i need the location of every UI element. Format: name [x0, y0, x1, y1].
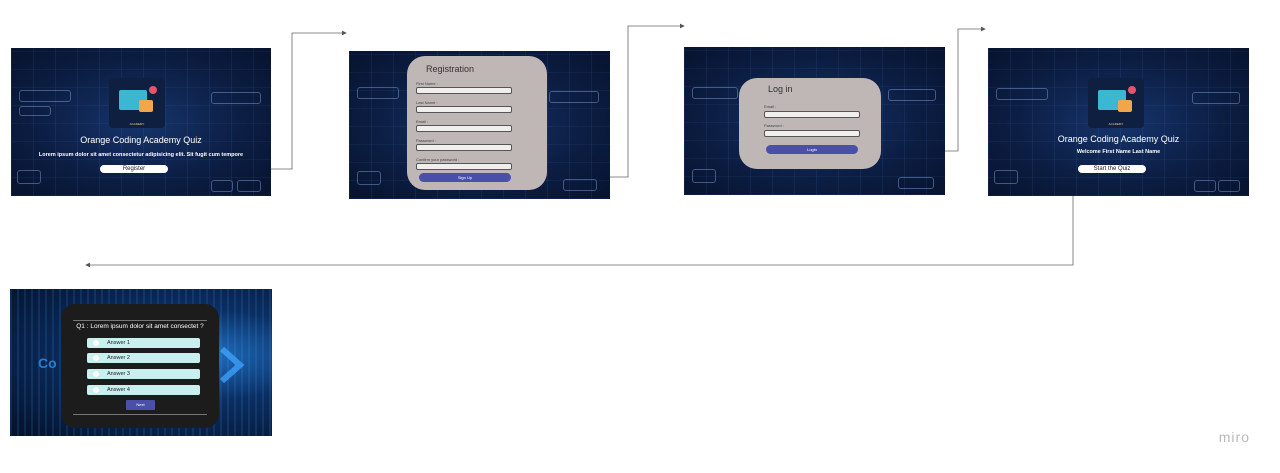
answer-label: Answer 3 — [107, 371, 130, 377]
start-quiz-button[interactable]: Start the Quiz — [1078, 165, 1146, 173]
next-button[interactable]: Next — [126, 400, 155, 410]
decor-chip — [996, 88, 1048, 100]
app-title: Orange Coding Academy Quiz — [1057, 134, 1180, 144]
decor-chip — [19, 90, 71, 102]
question-card: Q1 : Lorem ipsum dolor sit amet consecte… — [61, 304, 219, 428]
signup-button[interactable]: Sign Up — [419, 173, 511, 182]
radio-icon[interactable] — [93, 371, 99, 377]
decor-chip — [357, 171, 381, 185]
decor-chip — [692, 87, 738, 99]
registration-card: Registration First Name : Last Name : Em… — [407, 56, 547, 190]
login-password-label: Password : — [764, 123, 784, 128]
email-label: Email : — [416, 119, 429, 124]
academy-logo: ACADEMY — [1088, 78, 1144, 128]
login-button[interactable]: Login — [766, 145, 858, 154]
confirm-password-input[interactable] — [416, 163, 512, 170]
decor-chip — [17, 170, 41, 184]
connector-welcome-to-quiz — [85, 196, 1074, 268]
decor-chip — [19, 106, 51, 116]
decor-chip — [237, 180, 261, 192]
logo-label: ACADEMY — [1108, 122, 1124, 126]
confirm-password-label: Confirm your password : — [416, 157, 460, 162]
welcome-text: Welcome First Name Last Name — [1076, 149, 1161, 155]
decor-chip — [1194, 180, 1216, 192]
decor-chip — [888, 89, 936, 101]
first-name-input[interactable] — [416, 87, 512, 94]
logo-label: ACADEMY — [129, 122, 145, 126]
background-chevron-icon — [220, 347, 245, 383]
decor-chip — [357, 87, 399, 99]
app-subtitle: Lorem ipsum dolor sit amet consectetur a… — [38, 152, 244, 158]
login-screen: Log in Email : Password : Login — [684, 47, 945, 195]
app-title: Orange Coding Academy Quiz — [80, 135, 202, 145]
decor-chip — [898, 177, 934, 189]
answer-label: Answer 4 — [107, 387, 130, 393]
password-label: Password : — [416, 138, 436, 143]
question-top-rule — [73, 320, 207, 321]
login-title: Log in — [768, 84, 793, 94]
answer-option[interactable]: Answer 1 — [87, 338, 200, 348]
register-button[interactable]: Register — [100, 165, 168, 173]
login-email-label: Email : — [764, 104, 777, 109]
radio-icon[interactable] — [93, 340, 99, 346]
last-name-input[interactable] — [416, 106, 512, 113]
radio-icon[interactable] — [93, 355, 99, 361]
decor-chip — [549, 91, 599, 103]
login-email-input[interactable] — [764, 111, 860, 118]
last-name-label: Last Name : — [416, 100, 438, 105]
decor-chip — [692, 169, 716, 183]
answer-option[interactable]: Answer 4 — [87, 385, 200, 395]
first-name-label: First Name : — [416, 81, 438, 86]
answer-label: Answer 2 — [107, 355, 130, 361]
home-screen: ACADEMY Orange Coding Academy Quiz Lorem… — [11, 48, 271, 196]
answer-label: Answer 1 — [107, 340, 130, 346]
email-input[interactable] — [416, 125, 512, 132]
question-bottom-rule — [73, 414, 207, 415]
radio-icon[interactable] — [93, 387, 99, 393]
login-card: Log in Email : Password : Login — [739, 78, 881, 169]
decor-chip — [211, 92, 261, 104]
academy-logo: ACADEMY — [109, 78, 165, 128]
decor-chip — [211, 180, 233, 192]
background-text: Co — [38, 355, 57, 371]
miro-watermark: miro — [1218, 429, 1250, 445]
welcome-screen: ACADEMY Orange Coding Academy Quiz Welco… — [988, 48, 1249, 196]
decor-chip — [994, 170, 1018, 184]
registration-screen: Registration First Name : Last Name : Em… — [349, 51, 610, 199]
decor-chip — [563, 179, 597, 191]
quiz-screen: Co Q1 : Lorem ipsum dolor sit amet conse… — [10, 289, 272, 436]
decor-chip — [1192, 92, 1240, 104]
answer-option[interactable]: Answer 2 — [87, 353, 200, 363]
login-password-input[interactable] — [764, 130, 860, 137]
registration-title: Registration — [426, 64, 475, 74]
password-input[interactable] — [416, 144, 512, 151]
answer-option[interactable]: Answer 3 — [87, 369, 200, 379]
decor-chip — [1218, 180, 1240, 192]
question-text: Q1 : Lorem ipsum dolor sit amet consecte… — [76, 323, 204, 330]
